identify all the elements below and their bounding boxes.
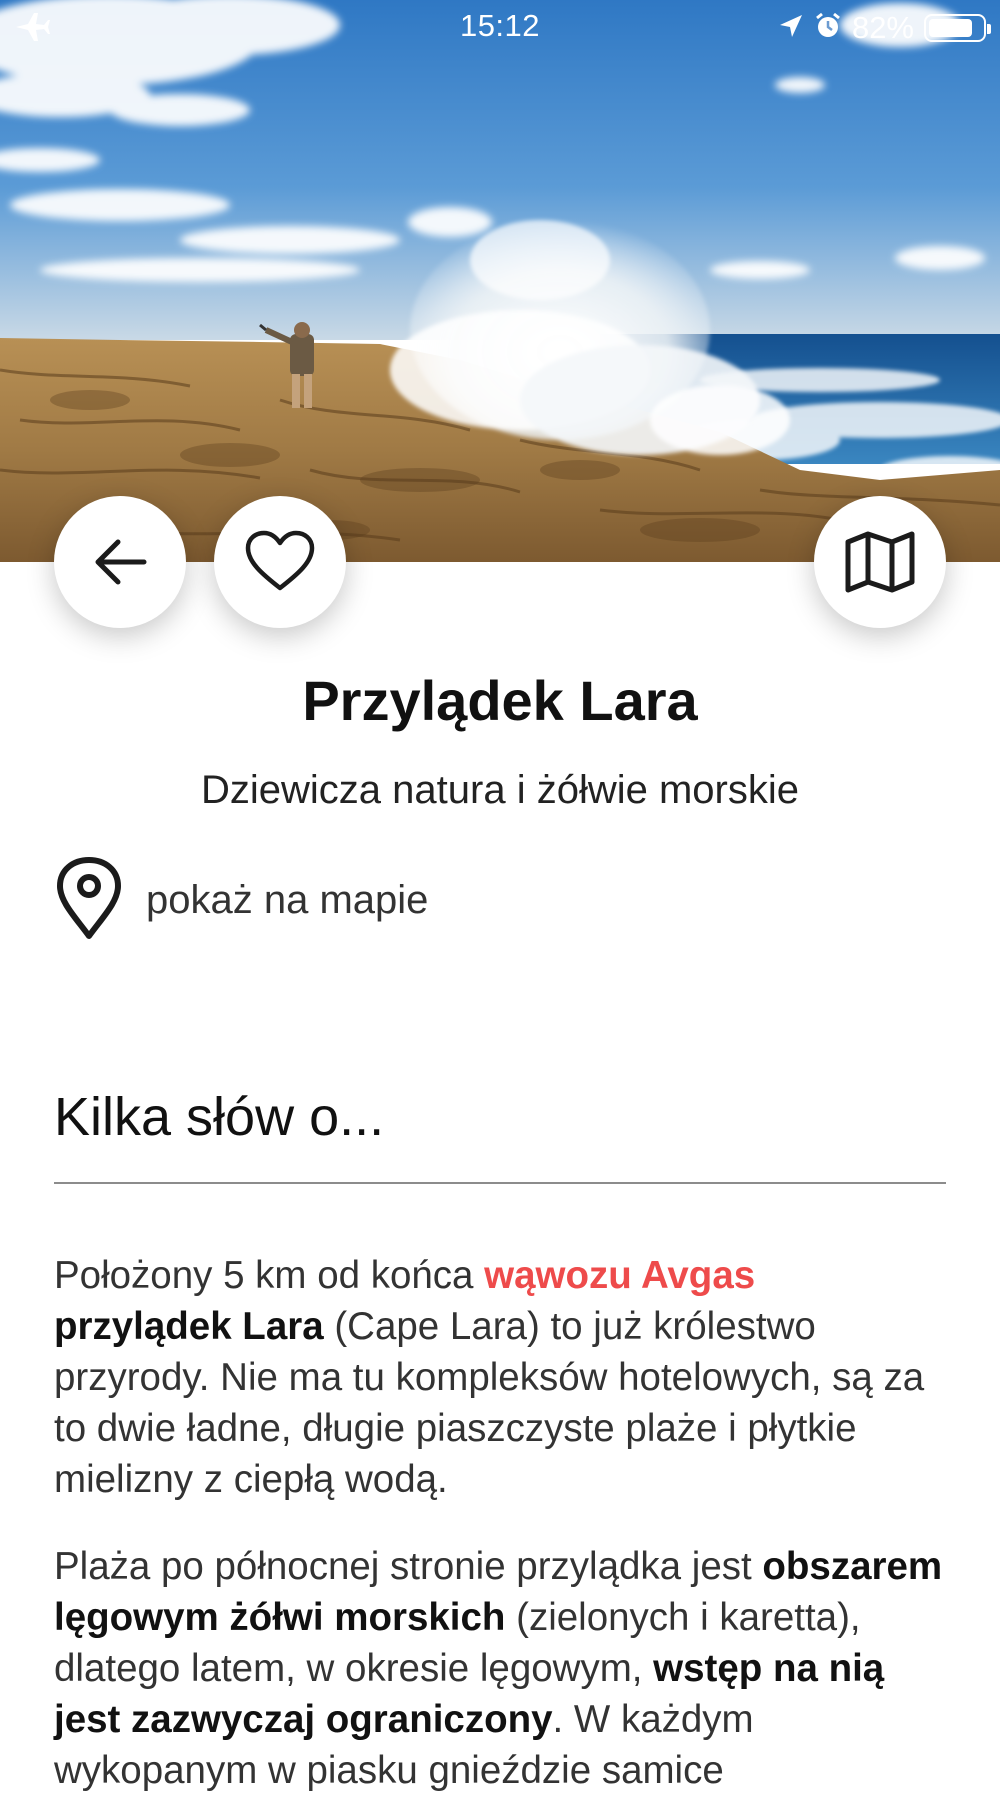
hero-photo-illustration [0,0,1000,562]
avgas-gorge-link[interactable]: wąwozu Avgas [484,1254,755,1297]
show-on-map-link[interactable]: pokaż na mapie [54,856,429,945]
section-heading: Kilka słów o... [54,1087,385,1147]
place-subtitle: Dziewicza natura i żółwie morskie [201,768,799,812]
battery-percentage: 82% [851,10,914,45]
location-arrow-icon [778,13,804,44]
paragraph-text: Położony 5 km od końca [54,1254,485,1297]
status-bar: 15:12 82% [0,0,1000,56]
description-paragraph-2: Plaża po północnej stronie przylądka jes… [54,1541,954,1796]
place-title: Przylądek Lara [302,669,698,732]
bold-text: przylądek Lara [54,1305,324,1348]
map-pin-icon [54,856,124,945]
arrow-left-icon [88,530,152,594]
alarm-icon [814,12,842,45]
paragraph-text: Plaża po północnej stronie przylądka jes… [54,1545,763,1588]
back-button[interactable] [54,496,186,628]
folded-map-icon [844,530,916,594]
section-divider [54,1182,946,1184]
heart-outline-icon [244,530,316,594]
description-paragraph-1: Położony 5 km od końca wąwozu Avgas przyl… [54,1250,954,1505]
status-right-group: 82% [778,8,991,48]
battery-icon [924,14,991,42]
map-button[interactable] [814,496,946,628]
show-on-map-label: pokaż na mapie [146,877,429,922]
favorite-button[interactable] [214,496,346,628]
battery-level-fill [929,19,972,37]
hero-photo [0,0,1000,562]
